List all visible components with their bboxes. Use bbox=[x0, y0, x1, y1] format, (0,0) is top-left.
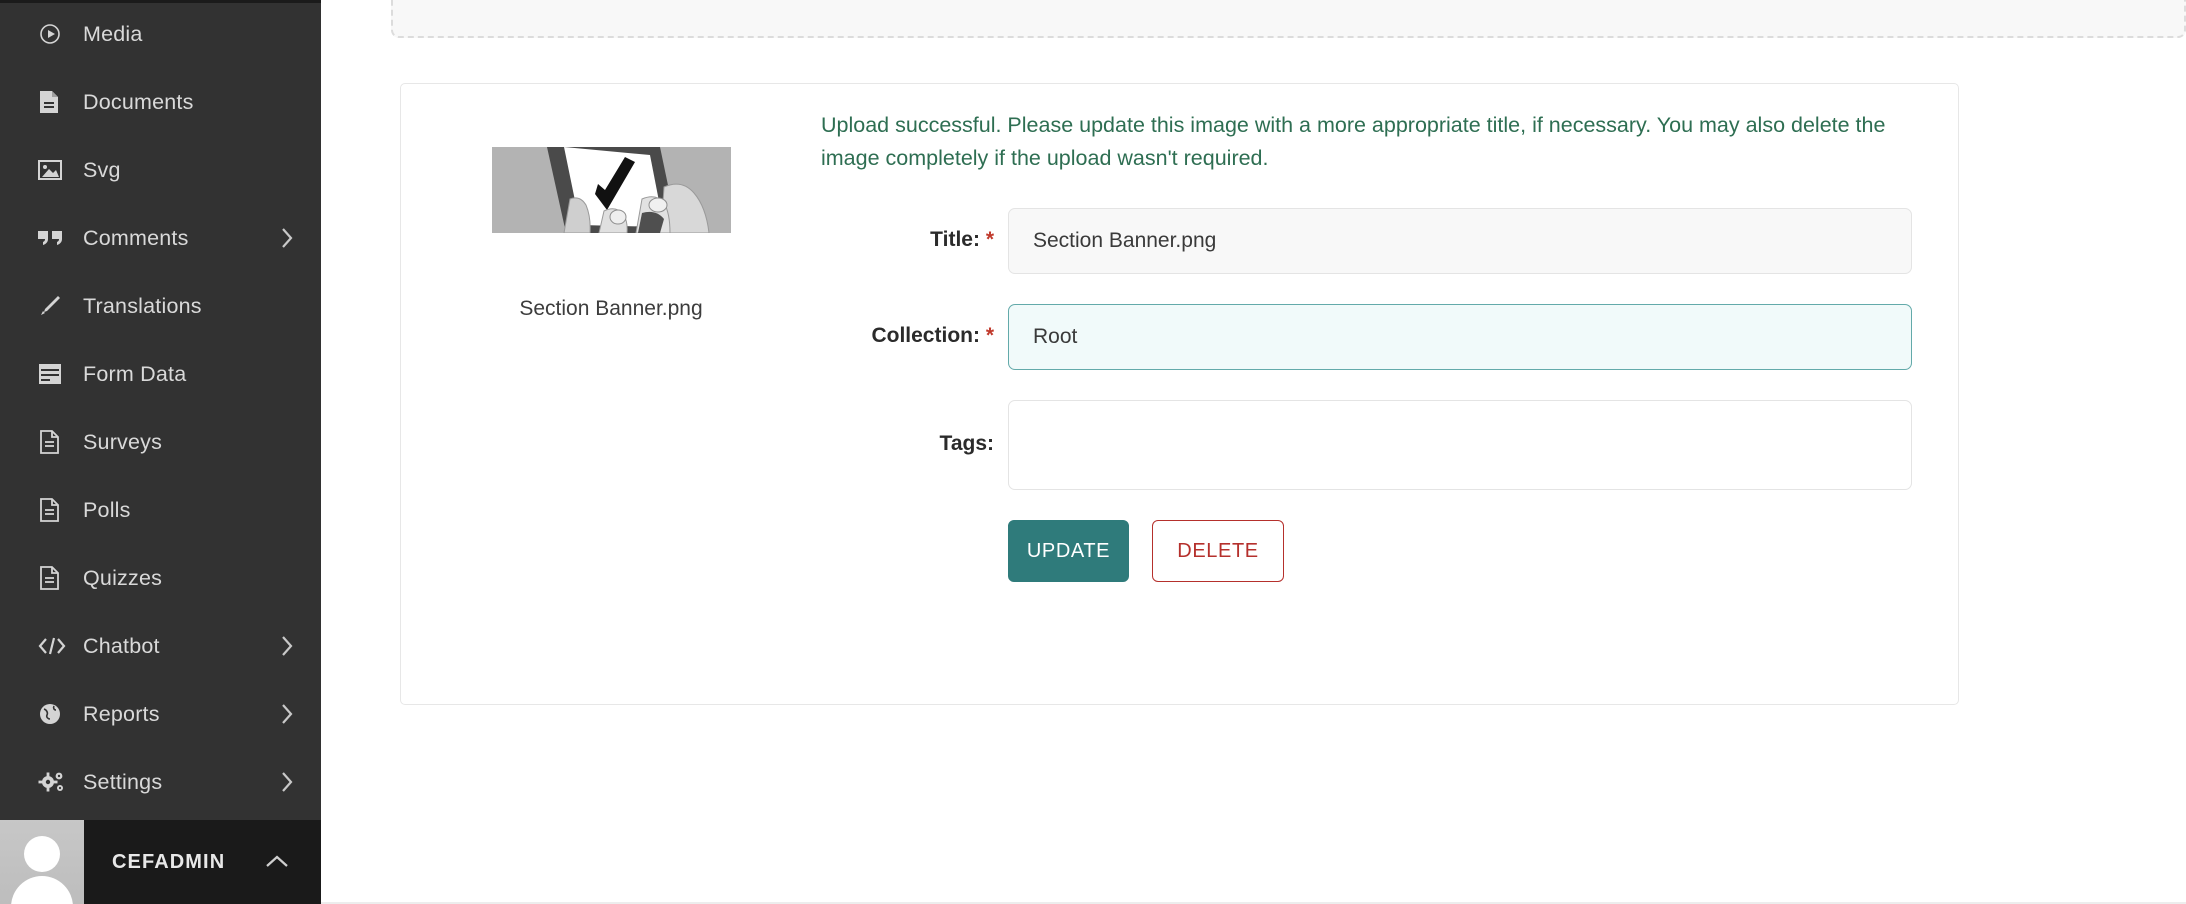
pencil-icon bbox=[38, 294, 68, 318]
main-content: Section Banner.png Upload successful. Pl… bbox=[321, 0, 2186, 904]
gears-icon bbox=[38, 770, 68, 794]
media-edit-form: Upload successful. Please update this im… bbox=[821, 84, 1958, 704]
title-label-text: Title: bbox=[930, 228, 980, 251]
media-thumbnail[interactable] bbox=[491, 147, 731, 233]
app-root: Media Documents Svg Comments Translation… bbox=[0, 0, 2186, 904]
chevron-right-icon[interactable] bbox=[279, 701, 295, 727]
sidebar-item-translations[interactable]: Translations bbox=[0, 272, 321, 340]
sidebar-item-label: Documents bbox=[83, 89, 194, 114]
sidebar-item-label: Form Data bbox=[83, 361, 187, 386]
collection-label-text: Collection: bbox=[871, 324, 980, 347]
upload-success-message: Upload successful. Please update this im… bbox=[821, 113, 1886, 170]
form-icon bbox=[38, 363, 68, 385]
sidebar-item-label: Translations bbox=[83, 293, 202, 318]
sidebar-item-label: Svg bbox=[83, 157, 121, 182]
thumbnail-artwork bbox=[491, 147, 731, 233]
upload-dropzone[interactable] bbox=[391, 0, 2186, 38]
sidebar-item-label: Reports bbox=[83, 701, 160, 726]
thumbnail-caption: Section Banner.png bbox=[519, 297, 703, 320]
globe-icon bbox=[38, 702, 68, 726]
update-button[interactable]: UPDATE bbox=[1008, 520, 1129, 582]
sidebar-item-label: Polls bbox=[83, 497, 131, 522]
sidebar-item-label: Media bbox=[83, 21, 143, 46]
sidebar-item-media[interactable]: Media bbox=[0, 0, 321, 68]
image-icon bbox=[38, 159, 68, 181]
sidebar-item-chatbot[interactable]: Chatbot bbox=[0, 612, 321, 680]
delete-button[interactable]: DELETE bbox=[1152, 520, 1284, 582]
sidebar-item-label: Chatbot bbox=[83, 633, 160, 658]
sidebar-item-label: Comments bbox=[83, 225, 189, 250]
sidebar-item-label: Settings bbox=[83, 769, 163, 794]
required-marker: * bbox=[985, 228, 994, 251]
sidebar: Media Documents Svg Comments Translation… bbox=[0, 0, 321, 904]
sidebar-item-form-data[interactable]: Form Data bbox=[0, 340, 321, 408]
title-input-value: Section Banner.png bbox=[1033, 229, 1217, 252]
title-field-row: Title: * Section Banner.png bbox=[821, 208, 1912, 274]
collection-input-value: Root bbox=[1033, 325, 1078, 348]
file-icon bbox=[38, 498, 68, 522]
sidebar-item-comments[interactable]: Comments bbox=[0, 204, 321, 272]
sidebar-item-quizzes[interactable]: Quizzes bbox=[0, 544, 321, 612]
sidebar-item-settings[interactable]: Settings bbox=[0, 748, 321, 816]
chevron-right-icon[interactable] bbox=[279, 769, 295, 795]
sidebar-item-label: Quizzes bbox=[83, 565, 163, 590]
collection-label: Collection: * bbox=[821, 304, 1008, 348]
sidebar-item-label: Surveys bbox=[83, 429, 163, 454]
sidebar-item-polls[interactable]: Polls bbox=[0, 476, 321, 544]
form-actions: UPDATE DELETE bbox=[1008, 520, 1912, 582]
tags-label: Tags: bbox=[821, 400, 1008, 456]
chevron-right-icon[interactable] bbox=[279, 633, 295, 659]
sidebar-item-documents[interactable]: Documents bbox=[0, 68, 321, 136]
user-avatar-icon bbox=[0, 820, 84, 904]
file-lines-icon bbox=[38, 90, 68, 114]
play-circle-icon bbox=[38, 22, 68, 46]
quote-icon bbox=[38, 228, 68, 248]
tags-input[interactable] bbox=[1008, 400, 1912, 490]
thumbnail-column: Section Banner.png bbox=[401, 84, 821, 704]
user-name-label: CEFADMIN bbox=[112, 850, 226, 873]
code-icon bbox=[38, 636, 68, 656]
required-marker: * bbox=[985, 324, 994, 347]
media-edit-card: Section Banner.png Upload successful. Pl… bbox=[400, 83, 1959, 705]
title-label: Title: * bbox=[821, 208, 1008, 252]
chevron-up-icon[interactable] bbox=[263, 853, 291, 871]
chevron-right-icon[interactable] bbox=[279, 225, 295, 251]
user-account-bar[interactable]: CEFADMIN bbox=[0, 820, 321, 904]
sidebar-nav-list: Media Documents Svg Comments Translation… bbox=[0, 0, 321, 816]
collection-input[interactable]: Root bbox=[1008, 304, 1912, 370]
title-input[interactable]: Section Banner.png bbox=[1008, 208, 1912, 274]
collection-field-row: Collection: * Root bbox=[821, 304, 1912, 370]
sidebar-item-svg[interactable]: Svg bbox=[0, 136, 321, 204]
tags-label-text: Tags: bbox=[939, 432, 994, 455]
sidebar-item-surveys[interactable]: Surveys bbox=[0, 408, 321, 476]
file-icon bbox=[38, 566, 68, 590]
tags-field-row: Tags: bbox=[821, 400, 1912, 490]
file-icon bbox=[38, 430, 68, 454]
sidebar-item-reports[interactable]: Reports bbox=[0, 680, 321, 748]
